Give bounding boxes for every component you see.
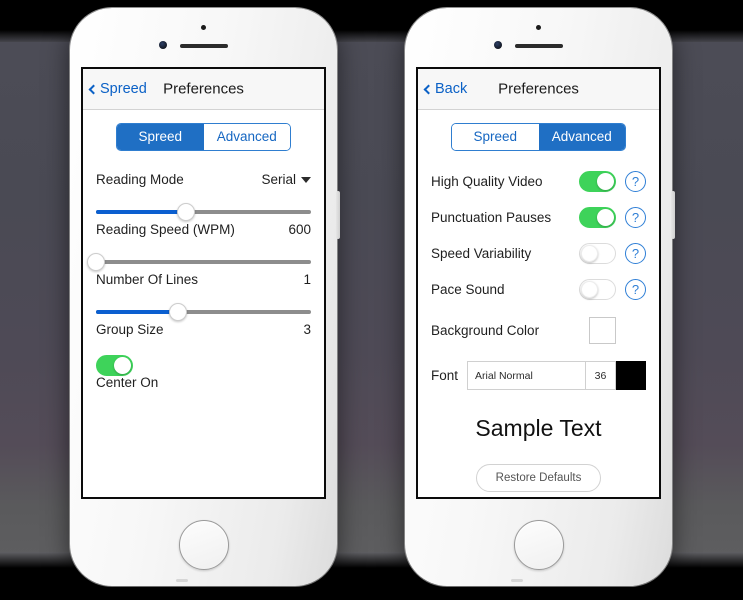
slider-value-group-size: 3: [303, 322, 311, 337]
segmented-control-right[interactable]: Spreed Advanced: [451, 123, 626, 151]
slider-value-number-of-lines: 1: [303, 272, 311, 287]
tab-advanced-right[interactable]: Advanced: [538, 124, 625, 150]
tab-spreed-left[interactable]: Spreed: [117, 124, 204, 150]
power-button[interactable]: [671, 191, 675, 239]
phone-device-right: Back Preferences Spreed Advanced High Qu…: [405, 8, 675, 586]
content-left: Spreed Advanced Reading Mode Serial Read…: [83, 123, 324, 497]
chevron-down-icon: [301, 176, 311, 183]
slider-reading-speed[interactable]: [96, 203, 311, 221]
earpiece-speaker-icon: [514, 44, 563, 48]
help-icon-pace-sound[interactable]: ?: [625, 279, 646, 300]
toggle-center-on[interactable]: [96, 355, 133, 376]
slider-group-size[interactable]: [96, 303, 311, 321]
center-on-block: Center On: [96, 355, 311, 390]
font-name-field[interactable]: Arial Normal: [467, 361, 586, 390]
power-button[interactable]: [336, 191, 340, 239]
tab-spreed-right[interactable]: Spreed: [452, 124, 539, 150]
row-font: Font Arial Normal 36: [431, 361, 646, 390]
slider-track: [96, 260, 311, 264]
slider-thumb[interactable]: [168, 303, 187, 321]
row-speed-variability: Speed Variability ?: [431, 243, 646, 264]
row-background-color: Background Color: [431, 317, 646, 344]
font-color-swatch[interactable]: [616, 361, 646, 390]
navbar-left: Spreed Preferences: [83, 69, 324, 110]
page-title-left: Preferences: [163, 80, 244, 98]
toggle-punctuation-pauses[interactable]: [579, 207, 616, 228]
front-camera-icon: [493, 41, 502, 49]
home-button-right[interactable]: [513, 520, 564, 570]
label-background-color: Background Color: [431, 323, 540, 338]
restore-defaults-button[interactable]: Restore Defaults: [475, 464, 602, 492]
reading-mode-dropdown[interactable]: Serial: [261, 172, 311, 187]
home-button-left[interactable]: [178, 520, 229, 570]
proximity-sensor-icon: [200, 25, 206, 30]
slider-label-number-of-lines: Number Of Lines: [96, 272, 199, 287]
bottom-speaker-icon: [175, 579, 188, 582]
screen-left: Spreed Preferences Spreed Advanced Readi…: [81, 67, 326, 499]
label-high-quality-video: High Quality Video: [431, 174, 543, 189]
slider-caption: Group Size 3: [96, 322, 311, 337]
label-pace-sound: Pace Sound: [431, 282, 505, 297]
toggle-pace-sound[interactable]: [579, 279, 616, 300]
toggle-knob: [114, 357, 131, 374]
front-camera-icon: [158, 41, 167, 49]
background-color-swatch[interactable]: [589, 317, 616, 344]
toggle-speed-variability[interactable]: [579, 243, 616, 264]
font-size-field[interactable]: 36: [586, 361, 616, 390]
toggle-high-quality-video[interactable]: [579, 171, 616, 192]
toggle-knob: [597, 173, 614, 190]
slider-block-group-size: Group Size 3: [96, 303, 311, 337]
toggle-knob: [581, 281, 598, 298]
slider-value-reading-speed: 600: [288, 222, 311, 237]
slider-fill: [96, 210, 187, 214]
label-font: Font: [431, 368, 459, 383]
slider-fill: [96, 310, 178, 314]
row-pace-sound: Pace Sound ?: [431, 279, 646, 300]
sample-text-preview: Sample Text: [475, 415, 602, 441]
slider-label-reading-speed: Reading Speed (WPM): [96, 222, 235, 237]
segmented-control-left[interactable]: Spreed Advanced: [116, 123, 291, 151]
navbar-right: Back Preferences: [418, 69, 659, 110]
reading-mode-label: Reading Mode: [96, 172, 184, 187]
content-right: Spreed Advanced High Quality Video ? Pun…: [418, 123, 659, 497]
toggle-knob: [597, 209, 614, 226]
label-speed-variability: Speed Variability: [431, 246, 532, 261]
tab-advanced-left[interactable]: Advanced: [203, 124, 290, 150]
row-punctuation-pauses: Punctuation Pauses ?: [431, 207, 646, 228]
slider-caption: Reading Speed (WPM) 600: [96, 222, 311, 237]
reading-mode-value: Serial: [261, 172, 296, 187]
page-title-right: Preferences: [498, 80, 579, 98]
help-icon-high-quality-video[interactable]: ?: [625, 171, 646, 192]
center-on-label: Center On: [96, 375, 159, 390]
slider-thumb[interactable]: [177, 203, 196, 221]
row-high-quality-video: High Quality Video ?: [431, 171, 646, 192]
screenshot-canvas: Spreed Preferences Spreed Advanced Readi…: [0, 0, 743, 600]
slider-number-of-lines[interactable]: [87, 253, 311, 271]
phone-device-left: Spreed Preferences Spreed Advanced Readi…: [70, 8, 340, 586]
proximity-sensor-icon: [535, 25, 541, 30]
slider-block-reading-speed: Reading Speed (WPM) 600: [96, 203, 311, 237]
reading-mode-row: Reading Mode Serial: [96, 172, 311, 187]
label-punctuation-pauses: Punctuation Pauses: [431, 210, 552, 225]
slider-block-number-of-lines: Number Of Lines 1: [87, 253, 311, 287]
slider-thumb[interactable]: [87, 253, 105, 271]
slider-caption: Number Of Lines 1: [96, 272, 311, 287]
help-icon-punctuation-pauses[interactable]: ?: [625, 207, 646, 228]
toggle-knob: [581, 245, 598, 262]
screen-right: Back Preferences Spreed Advanced High Qu…: [416, 67, 661, 499]
help-icon-speed-variability[interactable]: ?: [625, 243, 646, 264]
slider-label-group-size: Group Size: [96, 322, 164, 337]
bottom-speaker-icon: [510, 579, 523, 582]
restore-defaults-wrap: Restore Defaults: [431, 464, 646, 492]
earpiece-speaker-icon: [179, 44, 228, 48]
